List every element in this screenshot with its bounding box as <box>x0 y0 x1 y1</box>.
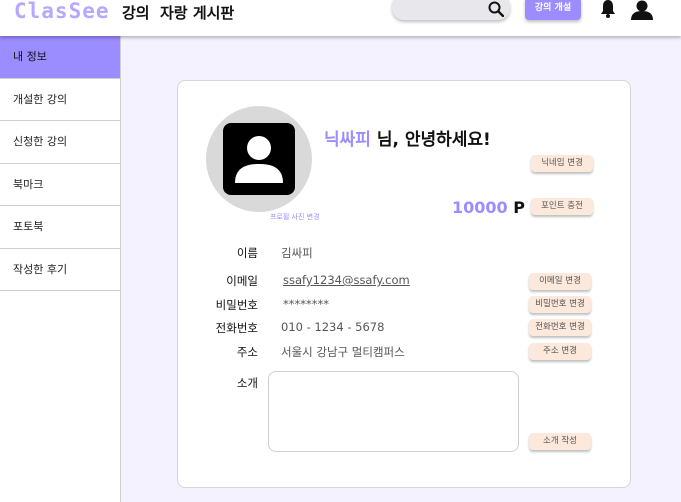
phone-label: 전화번호 <box>215 321 258 335</box>
points-charge-button[interactable]: 포인트 충전 <box>531 198 593 215</box>
sidebar-item-reviews[interactable]: 작성한 후기 <box>0 249 120 291</box>
nickname: 닉싸피 <box>324 130 371 150</box>
name-label: 이름 <box>236 246 258 260</box>
intro-label: 소개 <box>236 376 258 390</box>
search-input[interactable] <box>392 0 510 20</box>
open-course-button[interactable]: 강의 개설 <box>525 0 581 20</box>
nav-board[interactable]: 자랑 게시판 <box>160 2 234 23</box>
greeting-text: 님, 안녕하세요! <box>370 130 491 150</box>
top-header: ClasSee 강의 자랑 게시판 강의 개설 <box>0 0 681 36</box>
address-value: 서울시 강남구 멀티캠퍼스 <box>281 345 405 359</box>
user-icon[interactable] <box>631 0 653 20</box>
email-change-button[interactable]: 이메일 변경 <box>529 273 591 290</box>
avatar[interactable] <box>206 106 312 212</box>
name-value: 김싸피 <box>281 246 313 260</box>
search-icon[interactable] <box>488 1 504 17</box>
nickname-change-button[interactable]: 닉네임 변경 <box>531 155 593 172</box>
profile-photo-change-link[interactable]: 프로필 사진 변경 <box>270 212 320 222</box>
points-unit: P <box>507 198 525 217</box>
greeting: 닉싸피 님, 안녕하세요! <box>324 125 491 150</box>
profile-card: 프로필 사진 변경 닉싸피 님, 안녕하세요! 닉네임 변경 10000 P 포… <box>177 80 631 488</box>
phone-change-button[interactable]: 전화번호 변경 <box>529 319 591 336</box>
password-value: ******** <box>283 297 329 311</box>
password-label: 비밀번호 <box>215 298 258 312</box>
bell-icon[interactable] <box>599 0 617 18</box>
sidebar-item-bookmarks[interactable]: 북마크 <box>0 164 120 206</box>
address-change-button[interactable]: 주소 변경 <box>529 343 591 360</box>
intro-textarea[interactable] <box>268 371 519 452</box>
nav-courses[interactable]: 강의 <box>122 2 150 23</box>
sidebar-item-opened-courses[interactable]: 개설한 강의 <box>0 79 120 121</box>
sidebar-item-applied-courses[interactable]: 신청한 강의 <box>0 121 120 164</box>
password-change-button[interactable]: 비밀번호 변경 <box>529 296 591 313</box>
sidebar: 내 정보 개설한 강의 신청한 강의 북마크 포토북 작성한 후기 <box>0 36 121 502</box>
sidebar-item-my-info[interactable]: 내 정보 <box>0 36 120 79</box>
points-display: 10000 P <box>452 198 525 217</box>
phone-value: 010 - 1234 - 5678 <box>281 320 385 334</box>
email-value[interactable]: ssafy1234@ssafy.com <box>283 273 410 287</box>
intro-write-button[interactable]: 소개 작성 <box>529 433 591 450</box>
points-value: 10000 <box>452 198 508 217</box>
email-label: 이메일 <box>226 274 258 288</box>
address-label: 주소 <box>236 345 258 359</box>
logo[interactable]: ClasSee <box>14 0 110 23</box>
sidebar-item-photobook[interactable]: 포토북 <box>0 206 120 249</box>
profile-placeholder-icon <box>223 123 295 195</box>
